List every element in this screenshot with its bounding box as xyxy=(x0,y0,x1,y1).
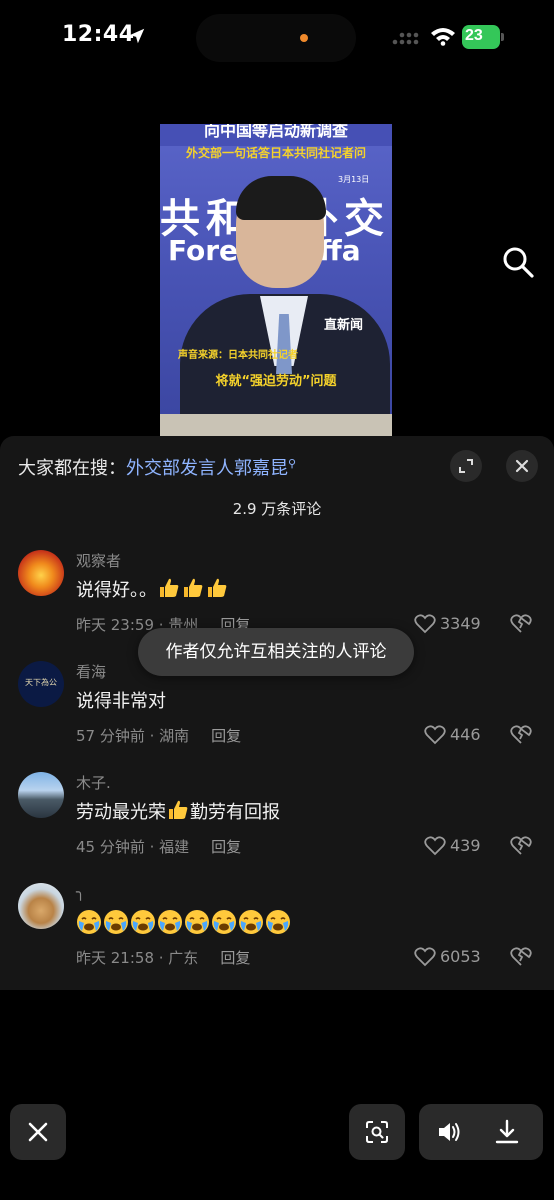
crying-face-emoji xyxy=(104,910,128,934)
thumbs-up-emoji-group xyxy=(157,578,229,601)
heart-icon xyxy=(424,836,446,856)
crying-face-emoji xyxy=(131,910,155,934)
comment-author[interactable]: 观察者 xyxy=(76,550,121,571)
comment-count: 2.9 万条评论 xyxy=(232,500,322,518)
like-count: 6053 xyxy=(440,947,481,966)
comment-meta: 57 分钟前 · 湖南 回复 xyxy=(76,725,241,746)
close-button[interactable] xyxy=(10,1104,66,1160)
comment-text-emojis xyxy=(76,909,292,935)
avatar-text: 天下為公 xyxy=(25,678,57,687)
heart-icon xyxy=(414,947,436,967)
comment-text: 劳动最光荣 勤劳有回报 xyxy=(76,798,280,824)
crying-face-emoji xyxy=(77,910,101,934)
broken-heart-icon[interactable] xyxy=(510,946,532,968)
crying-face-emoji xyxy=(212,910,236,934)
video-date: 3月13日 xyxy=(338,175,370,184)
avatar[interactable]: 天下為公 xyxy=(18,661,64,707)
broken-heart-icon[interactable] xyxy=(510,613,532,635)
video-speaker-hair xyxy=(236,176,326,220)
like-button[interactable]: 3349 xyxy=(414,612,494,636)
close-icon xyxy=(28,1122,48,1142)
thumbs-up-emoji xyxy=(169,800,188,819)
comment-author[interactable]: 木子. xyxy=(76,772,111,793)
expand-button[interactable] xyxy=(450,450,482,482)
like-button[interactable]: 446 xyxy=(424,723,504,747)
video-frame[interactable]: 共和国外交 Foreign Affa 向中国等启动新调查 外交部一句话答日本共同… xyxy=(160,124,392,436)
video-headline: 向中国等启动新调查 xyxy=(160,124,392,146)
bottom-toolbar xyxy=(0,1092,554,1200)
comment-meta: 昨天 21:58 · 广东 回复 xyxy=(76,947,250,968)
heart-icon xyxy=(424,725,446,745)
expand-icon xyxy=(459,459,473,473)
like-button[interactable]: 6053 xyxy=(414,945,494,969)
crying-face-emoji xyxy=(266,910,290,934)
comment-item: 天下為公 看海 说得非常对 57 分钟前 · 湖南 回复 446 xyxy=(0,661,554,771)
wifi-icon xyxy=(431,28,455,46)
location-arrow-icon xyxy=(129,28,145,44)
visual-search-button[interactable] xyxy=(349,1104,405,1160)
avatar[interactable] xyxy=(18,550,64,596)
heart-icon xyxy=(414,614,436,634)
crying-face-emoji xyxy=(239,910,263,934)
close-icon xyxy=(515,459,529,473)
video-player[interactable]: 共和国外交 Foreign Affa 向中国等启动新调查 外交部一句话答日本共同… xyxy=(0,106,554,436)
dynamic-island xyxy=(196,14,356,62)
video-watermark: 直新闻 xyxy=(324,318,364,333)
comment-sheet: 大家都在搜：外交部发言人郭嘉昆⚲ 2.9 万条评论 观察者 说得好。。 昨天 2… xyxy=(0,436,554,990)
video-caption: 将就“强迫劳动”问题 xyxy=(215,374,337,389)
broken-heart-icon[interactable] xyxy=(510,724,532,746)
like-count: 439 xyxy=(450,836,481,855)
status-time: 12:44 xyxy=(62,22,135,47)
reply-button[interactable]: 回复 xyxy=(211,727,241,745)
comment-meta: 45 分钟前 · 福建 回复 xyxy=(76,836,241,857)
crying-face-emoji xyxy=(185,910,209,934)
thumbs-up-emoji xyxy=(160,578,179,597)
trending-search[interactable]: 大家都在搜：外交部发言人郭嘉昆⚲ xyxy=(18,454,296,480)
video-podium xyxy=(160,414,392,436)
comment-time-location: 昨天 21:58 · 广东 xyxy=(76,949,199,967)
signal-icon xyxy=(392,32,419,45)
search-icon[interactable] xyxy=(500,244,536,280)
like-count: 3349 xyxy=(440,614,481,633)
toast-message: 作者仅允许互相关注的人评论 xyxy=(138,628,414,676)
video-subheadline: 外交部一句话答日本共同社记者问 xyxy=(185,146,366,160)
recording-indicator xyxy=(300,34,308,42)
like-count: 446 xyxy=(450,725,481,744)
battery-charging-icon: 23 xyxy=(462,25,504,49)
download-icon[interactable] xyxy=(493,1118,521,1146)
thumbs-up-emoji xyxy=(184,578,203,597)
comment-author[interactable]: ╮ xyxy=(76,883,85,901)
comment-text: 说得非常对 xyxy=(76,691,166,712)
avatar[interactable] xyxy=(18,883,64,929)
trending-search-keyword[interactable]: 外交部发言人郭嘉昆 xyxy=(126,458,288,479)
comment-time-location: 57 分钟前 · 湖南 xyxy=(76,727,190,745)
reply-button[interactable]: 回复 xyxy=(220,949,250,967)
comment-time-location: 45 分钟前 · 福建 xyxy=(76,838,190,856)
trending-search-label: 大家都在搜： xyxy=(18,458,126,479)
avatar[interactable] xyxy=(18,772,64,818)
comment-text: 说得好。。 xyxy=(76,576,229,602)
volume-icon[interactable] xyxy=(435,1118,463,1146)
video-source: 声音来源：日本共同社记者 xyxy=(178,350,298,361)
close-comments-button[interactable] xyxy=(506,450,538,482)
scan-icon xyxy=(366,1121,388,1143)
crying-face-emoji xyxy=(158,910,182,934)
search-small-icon: ⚲ xyxy=(288,457,297,470)
reply-button[interactable]: 回复 xyxy=(211,838,241,856)
thumbs-up-emoji xyxy=(208,578,227,597)
comment-item: ╮ 昨天 21:58 · 广东 回复 6053 xyxy=(0,883,554,993)
status-bar: 12:44 23 xyxy=(0,0,554,76)
broken-heart-icon[interactable] xyxy=(510,835,532,857)
like-button[interactable]: 439 xyxy=(424,834,504,858)
media-actions xyxy=(419,1104,543,1160)
comment-author[interactable]: 看海 xyxy=(76,661,106,682)
comment-item: 木子. 劳动最光荣 勤劳有回报 45 分钟前 · 福建 回复 439 xyxy=(0,772,554,882)
